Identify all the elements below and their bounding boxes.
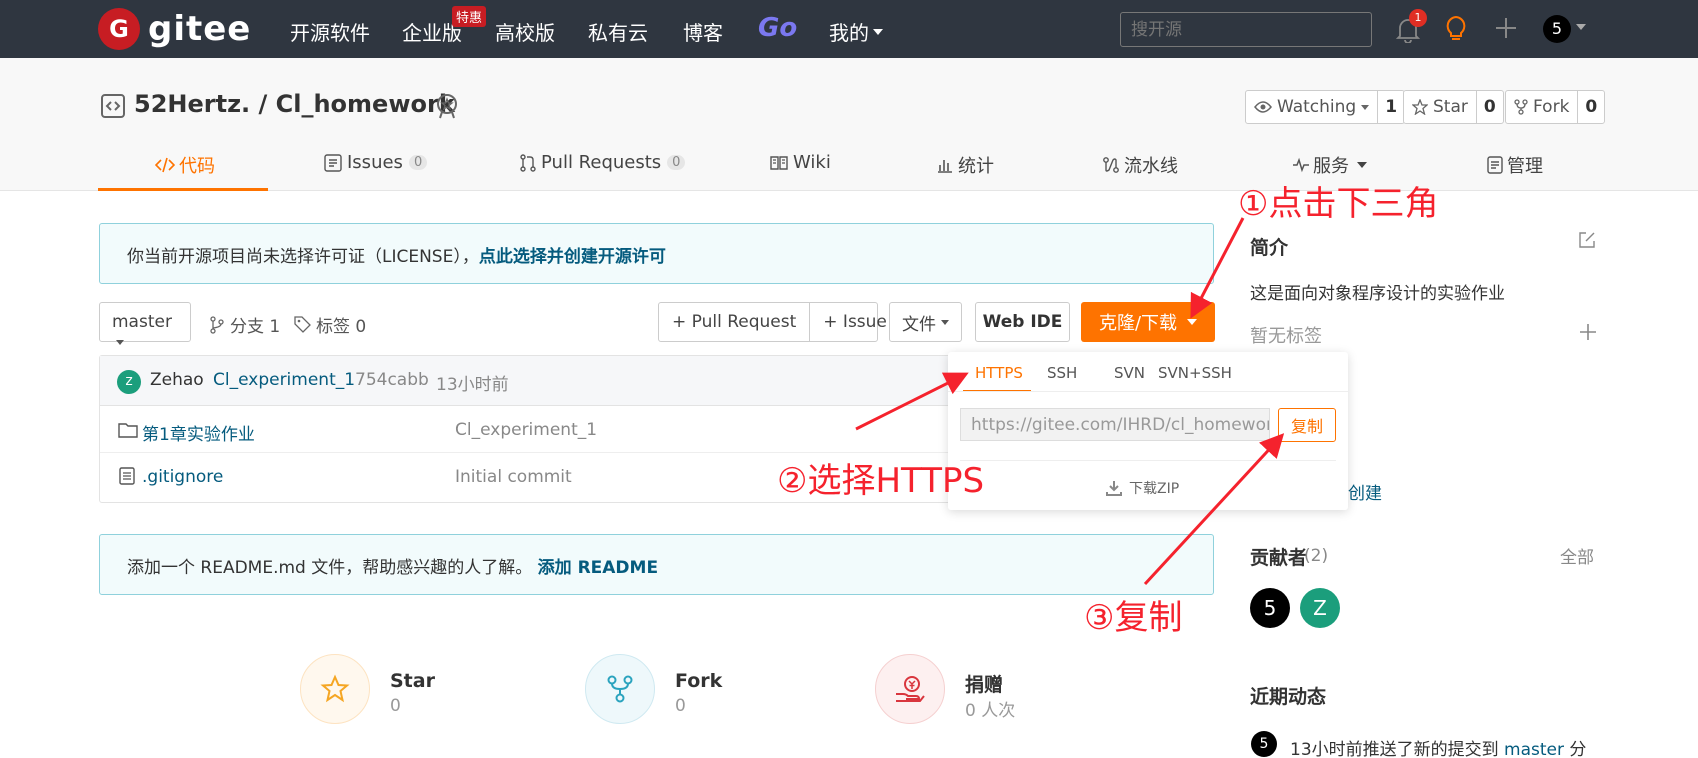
annotation-arrows xyxy=(855,217,1285,586)
annotation-step1: ①点击下三角 xyxy=(1238,184,1439,224)
annotation-step2: ②选择HTTPS xyxy=(777,461,985,501)
annotation-step3: ③复制 xyxy=(1084,598,1183,638)
